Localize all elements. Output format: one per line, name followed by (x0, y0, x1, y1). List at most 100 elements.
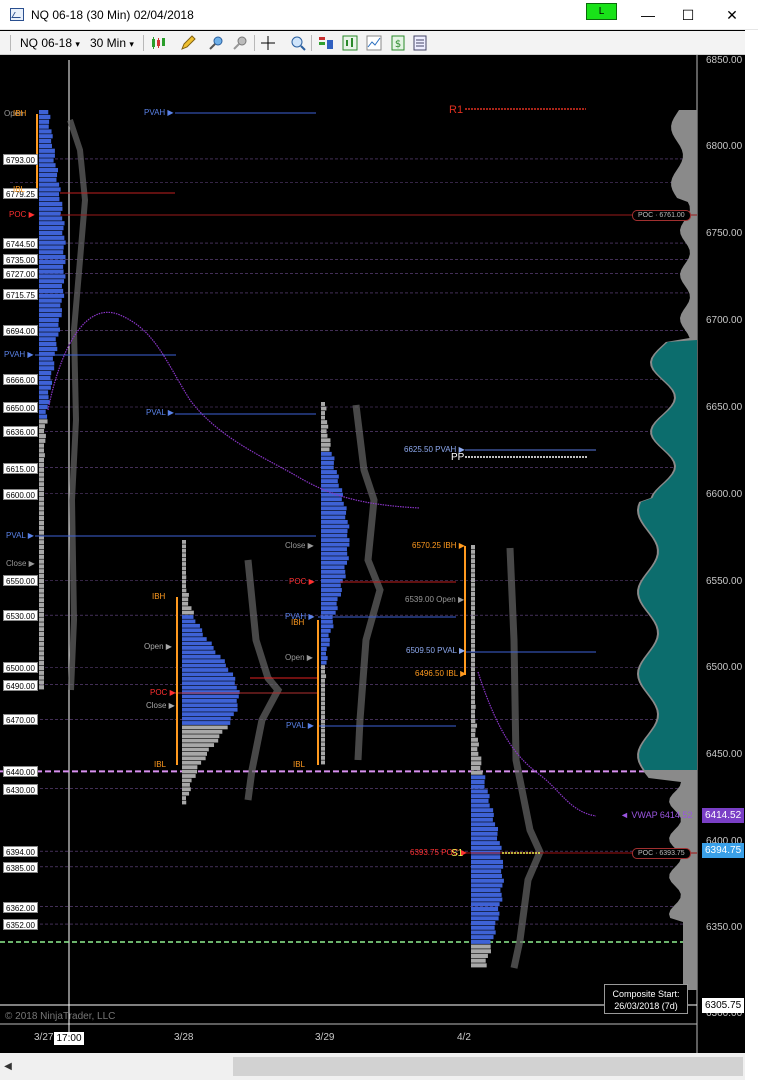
maximize-button[interactable]: ☐ (668, 3, 708, 27)
tpo-row (471, 559, 475, 564)
tpo-row (471, 906, 499, 911)
close-button[interactable]: ✕ (712, 3, 752, 27)
scrollbar-thumb[interactable] (233, 1057, 743, 1076)
tpo-row (39, 148, 55, 153)
tpo-row (321, 678, 325, 683)
scroll-left-icon[interactable]: ◀ (0, 1053, 16, 1080)
instrument-selector[interactable]: NQ 06-18 ▾ (20, 36, 80, 50)
tpo-row (321, 574, 346, 579)
tpo-row (471, 573, 475, 578)
tpo-row (321, 706, 325, 710)
tpo-row (39, 192, 60, 197)
toolbar-separator (143, 35, 144, 51)
tpo-row (39, 124, 49, 129)
tpo-row (321, 633, 329, 638)
tpo-row (182, 685, 237, 690)
tpo-row (182, 747, 209, 752)
tpo-row (39, 472, 44, 477)
link-button[interactable]: L (586, 3, 617, 20)
indicators-icon[interactable] (318, 35, 334, 51)
tpo-row (471, 582, 475, 587)
price-box: 6600.00 (3, 489, 38, 500)
zoom-out-icon[interactable] (232, 35, 248, 51)
tpo-row (321, 551, 348, 556)
session-ibl-label: IBL (293, 760, 306, 769)
chart-trader-icon[interactable]: $ (390, 35, 406, 51)
tpo-row (321, 755, 325, 760)
chart-toolbar: NQ 06-18 ▾ 30 Min ▾ $ (0, 31, 745, 55)
tpo-row (321, 456, 335, 461)
session-open-label: Open ▶ (144, 642, 172, 651)
tpo-row (182, 557, 186, 562)
pivot-pp-label: PP (451, 452, 465, 463)
tpo-row (39, 366, 55, 371)
magnify-icon[interactable] (290, 35, 306, 51)
tpo-row (39, 414, 48, 419)
tpo-row (471, 897, 503, 902)
last-price-tag: 6394.75 (702, 843, 745, 858)
tpo-row (182, 738, 219, 743)
tpo-row (39, 308, 62, 313)
tpo-row (471, 770, 483, 775)
tpo-row (321, 588, 342, 592)
tpo-row (39, 245, 64, 250)
tpo-row (39, 216, 63, 221)
tpo-row (471, 695, 475, 700)
horizontal-scrollbar[interactable]: ◀ (0, 1053, 745, 1080)
chart-panel[interactable] (0, 55, 745, 1053)
strategies-icon[interactable] (342, 35, 358, 51)
tpo-row (39, 395, 49, 400)
session-pval-label: PVAL ▶ (286, 721, 314, 730)
tpo-row (471, 554, 475, 559)
tpo-row (39, 240, 66, 245)
tpo-row (39, 559, 44, 564)
tpo-row (321, 415, 325, 420)
price-box: 6735.00 (3, 254, 38, 265)
tpo-row (182, 623, 200, 628)
tpo-row (39, 313, 62, 318)
price-box: 6530.00 (3, 610, 38, 621)
tpo-row (471, 671, 475, 676)
tpo-row (471, 831, 498, 836)
properties-icon[interactable] (412, 35, 428, 51)
tpo-row (471, 686, 475, 691)
tpo-row (182, 734, 220, 739)
price-box: 6385.00 (3, 862, 38, 873)
tpo-row (471, 935, 494, 940)
tpo-row (39, 361, 55, 366)
tpo-row (471, 606, 475, 611)
drawing-tool-icon[interactable] (180, 35, 196, 51)
tpo-row (39, 143, 52, 149)
tpo-row (321, 610, 336, 615)
zoom-in-icon[interactable] (208, 35, 224, 51)
data-series-icon[interactable] (366, 35, 382, 51)
chart-style-icon[interactable] (150, 35, 166, 51)
tpo-row (471, 822, 496, 827)
tpo-row (39, 632, 44, 637)
tpo-row (182, 756, 206, 761)
tpo-row (471, 874, 502, 879)
tpo-row (39, 675, 44, 680)
crosshair-icon[interactable] (260, 35, 276, 51)
tpo-row (182, 774, 196, 778)
price-box: 6394.00 (3, 846, 38, 857)
window-title-bar[interactable]: NQ 06-18 (30 Min) 02/04/2018 L — ☐ ✕ (0, 0, 758, 30)
tpo-row (182, 707, 238, 712)
tpo-row (182, 765, 198, 770)
tpo-row (182, 663, 226, 668)
minimize-button[interactable]: — (628, 3, 668, 27)
tpo-row (471, 615, 475, 620)
session-pval-label: 6509.50 PVAL ▶ (406, 646, 466, 655)
price-box: 6500.00 (3, 662, 38, 673)
interval-selector[interactable]: 30 Min ▾ (90, 36, 134, 50)
session-close-label: Close ▶ (6, 559, 35, 568)
tpo-row (471, 728, 476, 733)
interval-label: 30 Min (90, 36, 127, 50)
tpo-row (182, 632, 203, 637)
pivot-r1-label: R1 (449, 104, 464, 116)
tpo-row (182, 725, 228, 730)
tpo-row (321, 501, 344, 506)
tpo-row (471, 845, 502, 850)
tpo-row (39, 496, 44, 501)
date-label: 3/27 (34, 1032, 54, 1043)
